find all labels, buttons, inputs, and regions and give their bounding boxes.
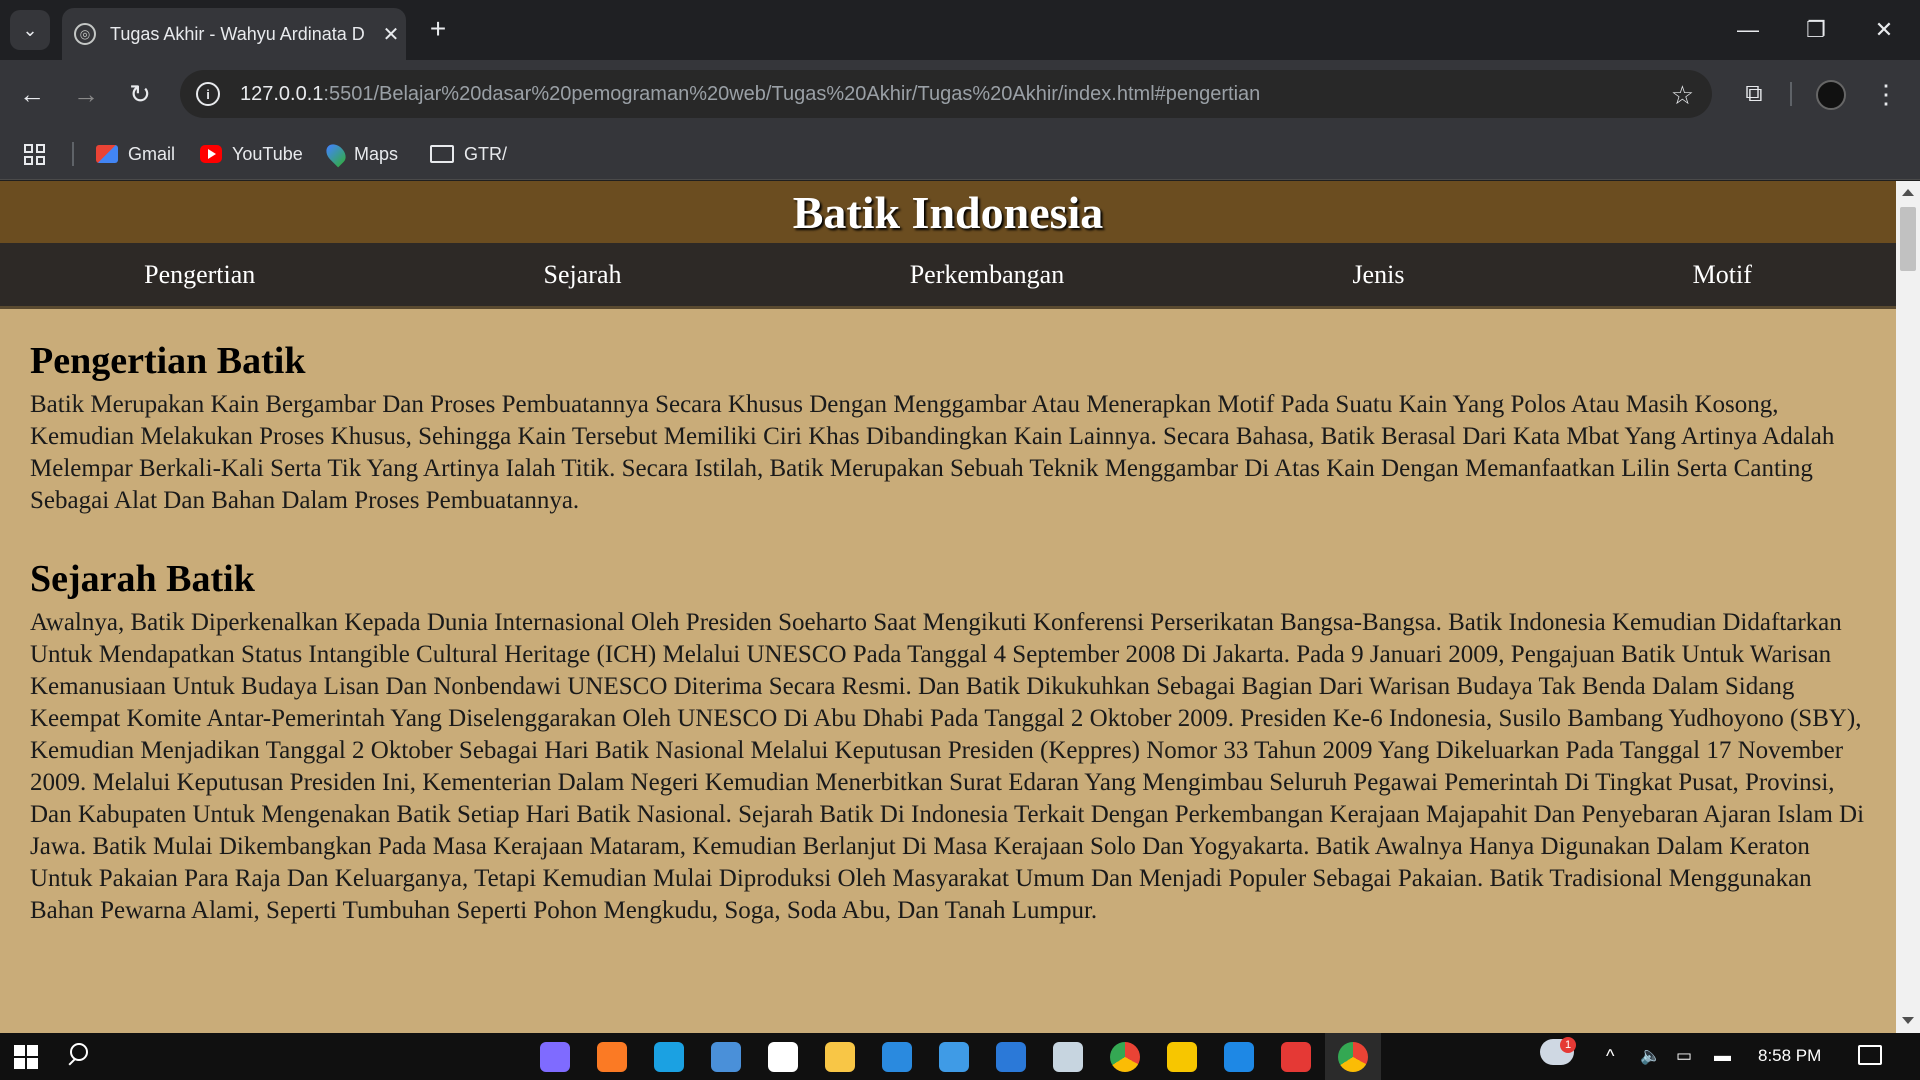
web-page: Batik Indonesia Pengertian Sejarah Perke… <box>0 181 1896 1033</box>
maps-icon <box>322 140 350 168</box>
scroll-up-icon[interactable] <box>1902 189 1914 196</box>
bookmark-youtube[interactable]: YouTube <box>200 138 303 170</box>
section-heading: Sejarah Batik <box>30 558 255 600</box>
bandicam-icon[interactable] <box>1167 1042 1197 1072</box>
site-header: Batik Indonesia <box>0 181 1896 243</box>
bookmarks-bar: Gmail YouTube Maps GTR/ <box>0 128 1920 180</box>
bookmark-folder-gtr[interactable]: GTR/ <box>430 138 507 170</box>
apps-grid-icon[interactable] <box>24 138 45 170</box>
steam-icon[interactable] <box>1053 1042 1083 1072</box>
bookmark-label: Gmail <box>128 143 176 164</box>
gmail-icon <box>96 145 118 163</box>
sublime-icon[interactable] <box>711 1042 741 1072</box>
edge-icon[interactable] <box>654 1042 684 1072</box>
main-content: Pengertian Batik Batik Merupakan Kain Be… <box>0 309 1896 927</box>
tab-search-button[interactable]: ⌄ <box>10 10 50 50</box>
toolbar-divider <box>1790 82 1792 106</box>
wps-icon[interactable] <box>1281 1042 1311 1072</box>
restore-button[interactable]: ❐ <box>1782 0 1850 60</box>
section-body: Awalnya, Batik Diperkenalkan Kepada Duni… <box>30 609 1865 924</box>
close-window-button[interactable]: ✕ <box>1850 0 1918 60</box>
chrome-icon[interactable] <box>1110 1042 1140 1072</box>
battery-icon[interactable]: ▬ <box>1714 1046 1731 1066</box>
file-explorer-icon[interactable] <box>825 1042 855 1072</box>
bookmark-maps[interactable]: Maps <box>322 138 399 170</box>
windows-taskbar: 1 ^ 🔈 ▭ ▬ 8:58 PM <box>0 1033 1920 1080</box>
nav-link-motif[interactable]: Motif <box>1693 260 1752 290</box>
section-body: Batik Merupakan Kain Bergambar Dan Prose… <box>30 391 1835 514</box>
new-tab-button[interactable]: + <box>420 14 456 46</box>
scroll-thumb[interactable] <box>1900 207 1916 271</box>
folder-icon <box>430 145 454 163</box>
bookmark-star-icon[interactable]: ☆ <box>1671 80 1694 111</box>
store-icon[interactable] <box>996 1042 1026 1072</box>
site-title: Batik Indonesia <box>792 186 1104 238</box>
windows-start-icon[interactable] <box>14 1045 38 1069</box>
paint-icon[interactable] <box>939 1042 969 1072</box>
bookmark-label: GTR/ <box>464 143 507 164</box>
reload-button[interactable]: ↻ <box>120 74 160 114</box>
network-icon[interactable]: ▭ <box>1676 1046 1692 1066</box>
forward-button[interactable]: → <box>66 74 106 114</box>
extensions-icon[interactable]: ⧉ <box>1734 74 1774 114</box>
chrome-active-icon[interactable] <box>1338 1042 1368 1072</box>
tab-title: Tugas Akhir - Wahyu Ardinata D <box>110 23 365 44</box>
section-sejarah: Sejarah Batik Awalnya, Batik Diperkenalk… <box>30 557 1866 927</box>
nav-link-jenis[interactable]: Jenis <box>1352 260 1404 290</box>
scroll-down-icon[interactable] <box>1902 1017 1914 1024</box>
url-host: 127.0.0.1 <box>240 82 324 105</box>
section-pengertian: Pengertian Batik Batik Merupakan Kain Be… <box>30 339 1866 517</box>
nav-link-perkembangan[interactable]: Perkembangan <box>910 260 1065 290</box>
copilot-icon[interactable] <box>540 1042 570 1072</box>
nav-link-pengertian[interactable]: Pengertian <box>144 260 255 290</box>
menu-icon[interactable]: ⋮ <box>1866 74 1906 114</box>
notifications-icon[interactable] <box>1858 1045 1882 1065</box>
site-nav: Pengertian Sejarah Perkembangan Jenis Mo… <box>0 243 1896 309</box>
minimize-button[interactable]: — <box>1714 0 1782 60</box>
bookmark-gmail[interactable]: Gmail <box>96 138 175 170</box>
address-bar[interactable]: i 127.0.0.1:5501/Belajar%20dasar%20pemog… <box>180 70 1712 118</box>
profile-avatar[interactable] <box>1816 80 1846 110</box>
globe-icon: ◎ <box>74 23 96 45</box>
nav-link-sejarah[interactable]: Sejarah <box>544 260 622 290</box>
bookmark-label: YouTube <box>232 143 303 164</box>
close-tab-icon[interactable]: ✕ <box>376 22 406 47</box>
bookmarks-divider <box>72 142 74 166</box>
clock[interactable]: 8:58 PM <box>1758 1046 1821 1066</box>
play-icon[interactable] <box>1224 1042 1254 1072</box>
browser-toolbar: ← → ↻ i 127.0.0.1:5501/Belajar%20dasar%2… <box>0 60 1920 128</box>
browser-tab[interactable]: ◎ Tugas Akhir - Wahyu Ardinata D ✕ <box>62 8 406 60</box>
capcut-icon[interactable] <box>768 1042 798 1072</box>
vscode-icon[interactable] <box>882 1042 912 1072</box>
url-path: :5501/Belajar%20dasar%20pemograman%20web… <box>323 82 1261 105</box>
xampp-icon[interactable] <box>597 1042 627 1072</box>
show-hidden-icons-icon[interactable]: ^ <box>1606 1046 1614 1067</box>
back-button[interactable]: ← <box>12 74 52 114</box>
weather-badge: 1 <box>1560 1037 1576 1053</box>
youtube-icon <box>200 145 222 163</box>
page-scrollbar[interactable] <box>1896 181 1920 1033</box>
site-info-icon[interactable]: i <box>196 82 220 106</box>
search-icon-handle <box>68 1058 76 1066</box>
browser-tab-strip: ⌄ ◎ Tugas Akhir - Wahyu Ardinata D ✕ + —… <box>0 0 1920 60</box>
bookmark-label: Maps <box>354 143 399 164</box>
section-heading: Pengertian Batik <box>30 340 306 382</box>
volume-icon[interactable]: 🔈 <box>1640 1046 1661 1066</box>
